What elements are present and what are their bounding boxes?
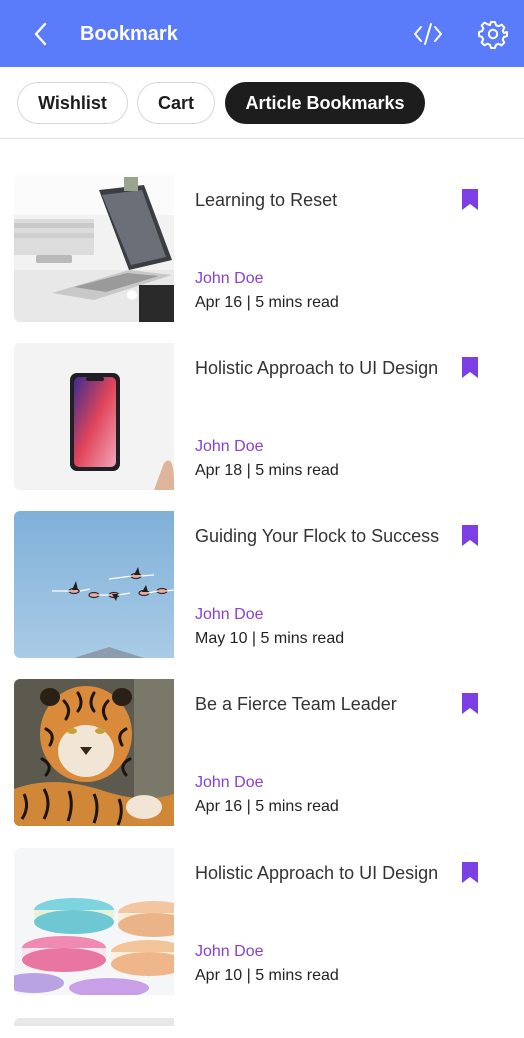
article-author: John Doe — [195, 270, 264, 287]
bookmark-icon[interactable] — [462, 525, 478, 546]
article-card[interactable]: Holistic Approach to UI Design John Doe … — [0, 343, 524, 491]
article-card[interactable]: Holistic Approach to UI Design John Doe … — [0, 848, 524, 996]
macarons-image — [14, 848, 174, 995]
page-title: Bookmark — [80, 23, 178, 45]
article-thumbnail — [14, 175, 174, 322]
article-meta: Apr 16 | 5 mins read — [195, 294, 339, 311]
code-icon[interactable] — [412, 18, 444, 50]
article-title: Holistic Approach to UI Design — [195, 863, 439, 883]
article-meta: Apr 18 | 5 mins read — [195, 462, 339, 479]
bookmark-icon[interactable] — [462, 189, 478, 210]
article-thumbnail — [14, 679, 174, 826]
app-bar: Bookmark — [0, 0, 524, 67]
flamingos-image — [14, 511, 174, 658]
bookmark-icon[interactable] — [462, 357, 478, 378]
tab-wishlist[interactable]: Wishlist — [17, 82, 128, 124]
article-card[interactable]: Learning to Reset John Doe Apr 16 | 5 mi… — [0, 175, 524, 323]
bookmark-icon[interactable] — [462, 693, 478, 714]
tiger-image — [14, 679, 174, 826]
chevron-left-icon[interactable] — [28, 20, 54, 48]
gear-icon[interactable] — [478, 19, 508, 49]
article-card[interactable]: Be a Fierce Team Leader John Doe Apr 16 … — [0, 679, 524, 827]
article-meta: May 10 | 5 mins read — [195, 630, 345, 647]
article-author: John Doe — [195, 606, 264, 623]
article-title: Be a Fierce Team Leader — [195, 694, 397, 714]
article-author: John Doe — [195, 943, 264, 960]
article-thumbnail — [14, 343, 174, 490]
bookmark-icon[interactable] — [462, 862, 478, 883]
smartphone-image — [14, 343, 174, 490]
article-title: Learning to Reset — [195, 190, 338, 210]
article-author: John Doe — [195, 438, 264, 455]
article-thumbnail — [14, 848, 174, 995]
article-meta: Apr 16 | 5 mins read — [195, 798, 339, 815]
next-card-peek — [14, 1018, 174, 1026]
article-list: Learning to Reset John Doe Apr 16 | 5 mi… — [0, 140, 524, 1038]
article-card[interactable]: Guiding Your Flock to Success John Doe M… — [0, 511, 524, 659]
article-thumbnail — [14, 511, 174, 658]
laptop-image — [14, 175, 174, 322]
article-meta: Apr 10 | 5 mins read — [195, 967, 339, 984]
article-title: Guiding Your Flock to Success — [195, 526, 440, 546]
tab-bar: Wishlist Cart Article Bookmarks — [0, 67, 524, 139]
article-title: Holistic Approach to UI Design — [195, 358, 439, 378]
tab-cart[interactable]: Cart — [137, 82, 215, 124]
article-author: John Doe — [195, 774, 264, 791]
tab-article-bookmarks[interactable]: Article Bookmarks — [225, 82, 425, 124]
